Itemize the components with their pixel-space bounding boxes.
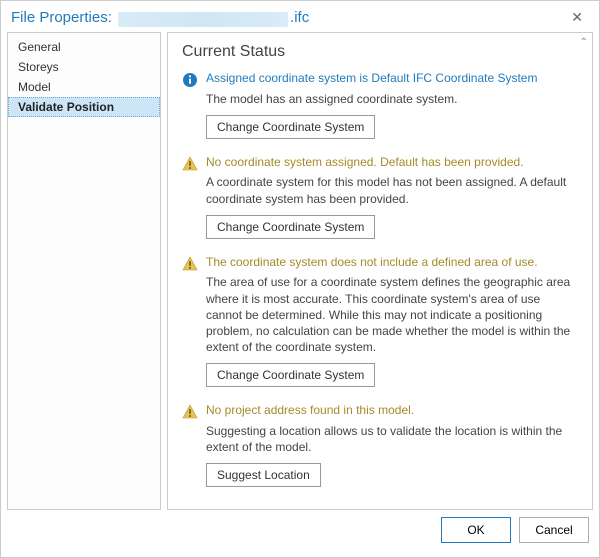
title-prefix: File Properties: — [11, 9, 112, 26]
status-heading: The coordinate system does not include a… — [206, 255, 574, 271]
dialog-footer: OK Cancel — [1, 510, 599, 550]
sidebar-item-model[interactable]: Model — [8, 77, 160, 97]
status-item-no-project-address: No project address found in this model. … — [182, 403, 574, 487]
status-heading: Assigned coordinate system is Default IF… — [206, 71, 574, 87]
close-icon[interactable]: ✕ — [565, 7, 589, 28]
change-coordinate-system-button[interactable]: Change Coordinate System — [206, 363, 375, 387]
status-item-no-cs-assigned: No coordinate system assigned. Default h… — [182, 155, 574, 239]
status-description: The model has an assigned coordinate sys… — [206, 91, 574, 107]
window-title: File Properties: .ifc — [11, 9, 309, 26]
status-item-no-area-of-use: The coordinate system does not include a… — [182, 255, 574, 388]
status-heading: No coordinate system assigned. Default h… — [206, 155, 574, 171]
warning-icon — [182, 404, 198, 487]
filename-blurred — [118, 12, 288, 27]
file-extension: .ifc — [290, 9, 309, 26]
scroll-up-icon[interactable]: ⌃ — [580, 37, 588, 48]
sidebar: General Storeys Model Validate Position — [7, 32, 161, 510]
sidebar-item-general[interactable]: General — [8, 37, 160, 57]
sidebar-item-validate-position[interactable]: Validate Position — [8, 97, 160, 117]
suggest-location-button[interactable]: Suggest Location — [206, 463, 321, 487]
sidebar-item-storeys[interactable]: Storeys — [8, 57, 160, 77]
dialog-body: General Storeys Model Validate Position … — [1, 32, 599, 510]
info-icon — [182, 72, 198, 139]
status-heading: No project address found in this model. — [206, 403, 574, 419]
ok-button[interactable]: OK — [441, 517, 511, 543]
page-title: Current Status — [182, 43, 574, 61]
status-description: Suggesting a location allows us to valid… — [206, 423, 574, 455]
status-item-assigned-cs: Assigned coordinate system is Default IF… — [182, 71, 574, 139]
warning-icon — [182, 156, 198, 239]
change-coordinate-system-button[interactable]: Change Coordinate System — [206, 215, 375, 239]
change-coordinate-system-button[interactable]: Change Coordinate System — [206, 115, 375, 139]
status-description: A coordinate system for this model has n… — [206, 174, 574, 206]
titlebar: File Properties: .ifc ✕ — [1, 1, 599, 32]
content-panel: ⌃ Current Status Assigned coordinate sys… — [167, 32, 593, 510]
status-description: The area of use for a coordinate system … — [206, 274, 574, 355]
cancel-button[interactable]: Cancel — [519, 517, 589, 543]
warning-icon — [182, 256, 198, 388]
